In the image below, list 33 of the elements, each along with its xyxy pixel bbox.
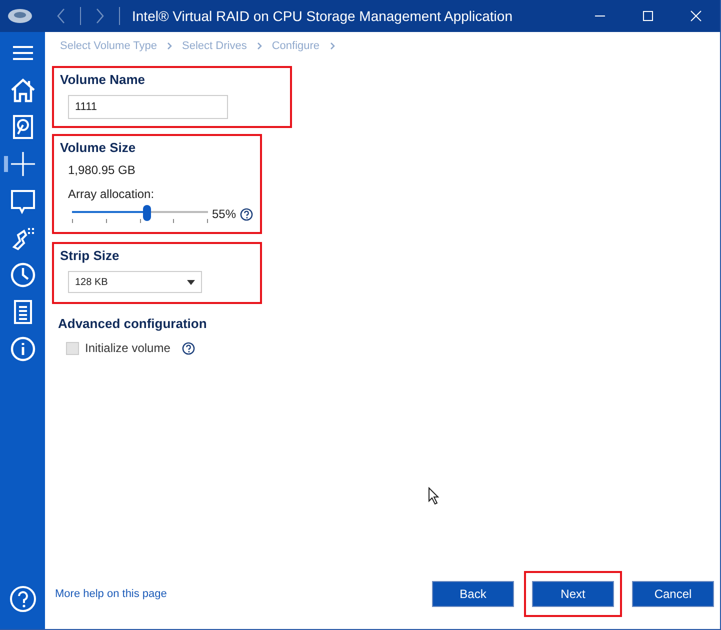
plus-icon[interactable] bbox=[10, 150, 36, 176]
window-title: Intel® Virtual RAID on CPU Storage Management Application bbox=[132, 8, 514, 24]
selection-indicator bbox=[4, 156, 8, 172]
section-heading: Advanced configuration bbox=[58, 316, 208, 331]
chevron-icon bbox=[167, 42, 172, 50]
slider-thumb[interactable] bbox=[142, 205, 151, 221]
help-link[interactable]: More help on this page bbox=[55, 588, 167, 600]
wizard-button[interactable]: Cancel bbox=[632, 581, 714, 607]
slider-label: Array allocation: bbox=[68, 187, 156, 201]
monitor-icon[interactable] bbox=[10, 188, 36, 214]
section-heading: Volume Size bbox=[60, 140, 137, 155]
house-icon[interactable] bbox=[10, 76, 36, 102]
section-heading: Strip Size bbox=[60, 248, 120, 263]
app-icon bbox=[6, 6, 34, 26]
chevron-icon bbox=[256, 42, 262, 50]
maximize-icon[interactable] bbox=[642, 10, 654, 22]
checkbox-label: Initialize volume bbox=[85, 341, 170, 355]
close-icon[interactable] bbox=[690, 10, 702, 22]
allocation-slider[interactable] bbox=[72, 203, 208, 225]
volume-name-field[interactable]: 1111 bbox=[68, 95, 228, 119]
help-icon[interactable] bbox=[182, 342, 196, 354]
wizard-button[interactable]: Next bbox=[532, 581, 614, 607]
info-icon[interactable] bbox=[10, 336, 36, 362]
dropdown-arrow-icon bbox=[187, 280, 195, 284]
clock-icon[interactable] bbox=[10, 262, 36, 288]
section-heading: Volume Name bbox=[60, 72, 146, 87]
help-icon[interactable] bbox=[240, 208, 254, 220]
strip-size-dropdown[interactable]: 128 KB bbox=[68, 271, 202, 293]
chevron-icon bbox=[330, 42, 335, 50]
allocation-percent: 55% bbox=[212, 207, 236, 221]
mouse-pointer-icon bbox=[428, 487, 440, 505]
volume-size-value: 1,980.95 GB bbox=[68, 163, 136, 177]
wizard-button[interactable]: Back bbox=[432, 581, 514, 607]
